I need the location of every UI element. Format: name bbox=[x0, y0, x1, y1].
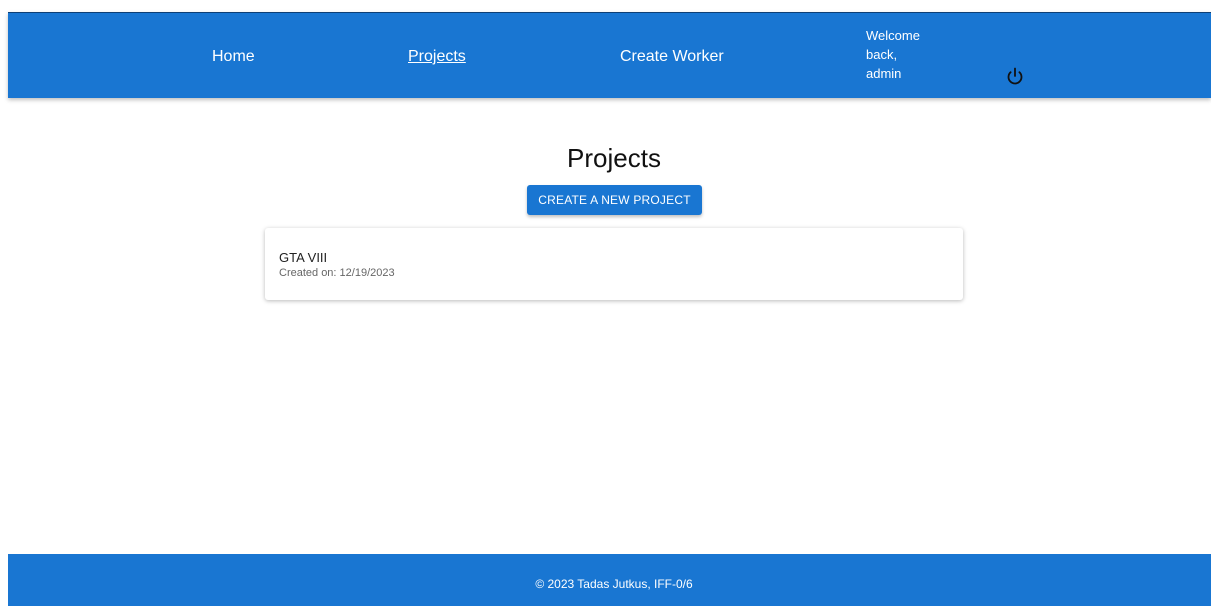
welcome-line: Welcome bbox=[866, 28, 920, 43]
top-app-bar: Home Projects Create Worker Welcome back… bbox=[8, 12, 1211, 98]
nav-link-projects[interactable]: Projects bbox=[408, 48, 466, 66]
logout-button[interactable] bbox=[1003, 65, 1027, 89]
project-created-date: Created on: 12/19/2023 bbox=[279, 267, 395, 279]
footer-copyright: © 2023 Tadas Jutkus, IFF-0/6 bbox=[535, 577, 693, 591]
footer: © 2023 Tadas Jutkus, IFF-0/6 bbox=[8, 554, 1211, 606]
project-name: GTA VIII bbox=[279, 250, 328, 265]
nav-link-home[interactable]: Home bbox=[212, 48, 255, 66]
welcome-line: back, bbox=[866, 47, 898, 62]
power-icon bbox=[1007, 67, 1023, 85]
welcome-username: admin bbox=[866, 66, 902, 81]
project-card[interactable]: GTA VIII Created on: 12/19/2023 bbox=[265, 228, 963, 300]
welcome-message: Welcome back, admin bbox=[866, 26, 936, 83]
page-title: Projects bbox=[567, 143, 661, 173]
create-project-button[interactable]: CREATE A NEW PROJECT bbox=[527, 185, 702, 215]
page: Home Projects Create Worker Welcome back… bbox=[0, 0, 1211, 606]
nav-link-create-worker[interactable]: Create Worker bbox=[620, 48, 724, 66]
